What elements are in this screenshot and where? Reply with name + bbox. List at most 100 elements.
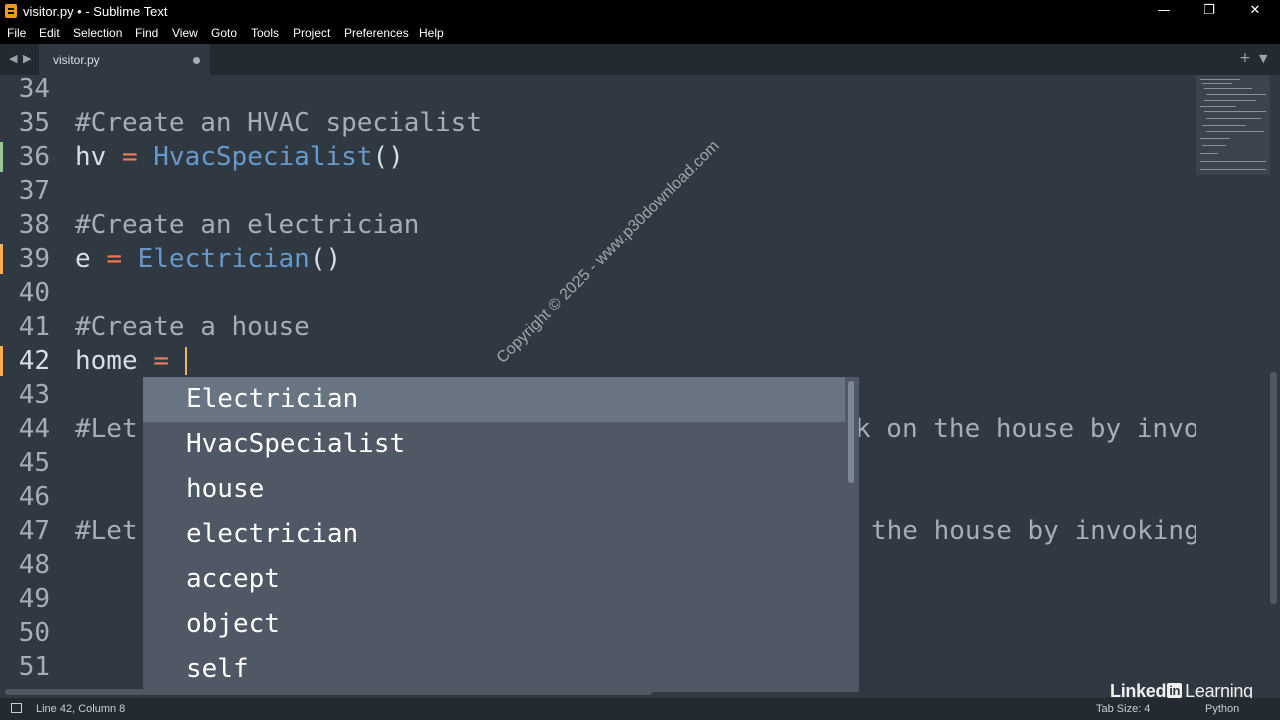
- line-number: 37: [18, 176, 50, 206]
- autocomplete-item[interactable]: object: [143, 602, 845, 647]
- minimap-line: [1202, 83, 1232, 84]
- line-number: 51: [18, 652, 50, 682]
- line-number: 44: [18, 414, 50, 444]
- code-text: e = Electrician(): [75, 242, 341, 276]
- code-operator: =: [106, 244, 122, 274]
- line-number: 41: [18, 312, 50, 342]
- tab-back-icon[interactable]: ◀: [9, 52, 17, 65]
- code-identifier: hv: [75, 142, 122, 172]
- vertical-scrollbar-thumb[interactable]: [1270, 372, 1277, 604]
- code-class-name: HvacSpecialist: [153, 142, 373, 172]
- code-line: 41 #Create a house: [0, 310, 1196, 344]
- menu-file[interactable]: File: [7, 26, 26, 40]
- code-text: home =: [75, 344, 185, 378]
- code-comment-tail: k on the house by invo: [855, 414, 1196, 444]
- line-number: 38: [18, 210, 50, 240]
- menu-project[interactable]: Project: [293, 26, 330, 40]
- minimap-line: [1200, 153, 1218, 154]
- minimap-line: [1204, 88, 1252, 89]
- tab-size-selector[interactable]: Tab Size: 4: [1096, 703, 1150, 715]
- code-class-name: Electrician: [137, 244, 310, 274]
- syntax-selector[interactable]: Python: [1205, 703, 1239, 715]
- unsaved-dot-icon[interactable]: [193, 57, 200, 64]
- minimap-line: [1200, 79, 1240, 80]
- code-comment-tail: the house by invoking: [871, 516, 1196, 546]
- code-text-segment: hv = HvacSpecialist(): [75, 142, 404, 172]
- code-operator: =: [153, 346, 169, 376]
- status-bar: Line 42, Column 8 Tab Size: 4 Python: [0, 698, 1280, 720]
- code-line: 36 hv = HvacSpecialist(): [0, 140, 1196, 174]
- code-identifier: [122, 244, 138, 274]
- code-line: 34: [0, 75, 1196, 106]
- minimap-line: [1206, 131, 1264, 132]
- code-identifier: [138, 142, 154, 172]
- tab-visitor-py[interactable]: visitor.py: [39, 44, 210, 75]
- menu-goto[interactable]: Goto: [211, 26, 237, 40]
- menu-view[interactable]: View: [172, 26, 198, 40]
- line-number: 48: [18, 550, 50, 580]
- autocomplete-item[interactable]: accept: [143, 557, 845, 602]
- line-number: 36: [18, 142, 50, 172]
- line-number: 49: [18, 584, 50, 614]
- minimap-line: [1200, 138, 1230, 139]
- line-number: 34: [18, 75, 50, 104]
- minimap-line: [1206, 118, 1261, 119]
- menu-tools[interactable]: Tools: [251, 26, 279, 40]
- code-text: hv = HvacSpecialist(): [75, 140, 404, 174]
- autocomplete-item[interactable]: house: [143, 467, 845, 512]
- minimap-line: [1200, 169, 1266, 170]
- minimap[interactable]: [1196, 75, 1270, 688]
- code-text-segment: e = Electrician(): [75, 244, 341, 274]
- minimap-line: [1200, 161, 1266, 162]
- menu-find[interactable]: Find: [135, 26, 158, 40]
- code-comment: #Create an HVAC specialist: [75, 108, 482, 138]
- minimap-line: [1204, 100, 1256, 101]
- autocomplete-popup[interactable]: Electrician HvacSpecialist house electri…: [143, 377, 859, 692]
- title-bar: visitor.py • - Sublime Text — ❐ ✕: [0, 0, 1280, 22]
- logo-in-badge: in: [1167, 683, 1183, 698]
- autocomplete-item[interactable]: self: [143, 647, 845, 692]
- line-number: 42: [18, 346, 50, 376]
- panel-toggle-icon[interactable]: [11, 703, 22, 713]
- tab-forward-icon[interactable]: ▶: [23, 52, 31, 65]
- code-line-current: 42 home =: [0, 344, 1196, 378]
- line-number: 46: [18, 482, 50, 512]
- tab-menu-icon[interactable]: ▼: [1259, 52, 1267, 65]
- menu-help[interactable]: Help: [419, 26, 444, 40]
- code-identifier: e: [75, 244, 107, 274]
- code-parens: (): [372, 142, 404, 172]
- minimap-line: [1204, 111, 1266, 112]
- minimap-line: [1200, 106, 1236, 107]
- menu-preferences[interactable]: Preferences: [344, 26, 409, 40]
- code-parens: (): [309, 244, 342, 274]
- code-line: 37: [0, 174, 1196, 208]
- minimap-line: [1206, 94, 1266, 95]
- vertical-scrollbar[interactable]: [1270, 75, 1280, 688]
- line-number: 45: [18, 448, 50, 478]
- restore-button[interactable]: ❐: [1186, 0, 1232, 22]
- line-number: 39: [18, 244, 50, 274]
- code-identifier: home: [75, 346, 154, 376]
- new-tab-icon[interactable]: +: [1239, 50, 1251, 66]
- minimap-line: [1202, 145, 1226, 146]
- text-cursor: [185, 347, 187, 375]
- tab-label: visitor.py: [53, 53, 100, 67]
- line-number: 43: [18, 380, 50, 410]
- code-identifier: [169, 346, 185, 376]
- menu-selection[interactable]: Selection: [73, 26, 122, 40]
- menu-edit[interactable]: Edit: [39, 26, 60, 40]
- code-line: 38 #Create an electrician: [0, 208, 1196, 242]
- tab-bar: ◀ ▶ visitor.py + ▼: [0, 44, 1280, 75]
- minimize-button[interactable]: —: [1141, 0, 1187, 22]
- code-text-segment: home =: [75, 346, 185, 376]
- autocomplete-item[interactable]: HvacSpecialist: [143, 422, 845, 467]
- window-title: visitor.py • - Sublime Text: [23, 4, 168, 19]
- sublime-app-icon: [5, 4, 17, 18]
- autocomplete-scrollbar[interactable]: [848, 381, 854, 483]
- autocomplete-item[interactable]: electrician: [143, 512, 845, 557]
- code-comment: #Create an electrician: [75, 210, 420, 240]
- autocomplete-item[interactable]: Electrician: [143, 377, 845, 422]
- close-button[interactable]: ✕: [1232, 0, 1278, 22]
- menu-bar: File Edit Selection Find View Goto Tools…: [0, 22, 1280, 44]
- line-number: 50: [18, 618, 50, 648]
